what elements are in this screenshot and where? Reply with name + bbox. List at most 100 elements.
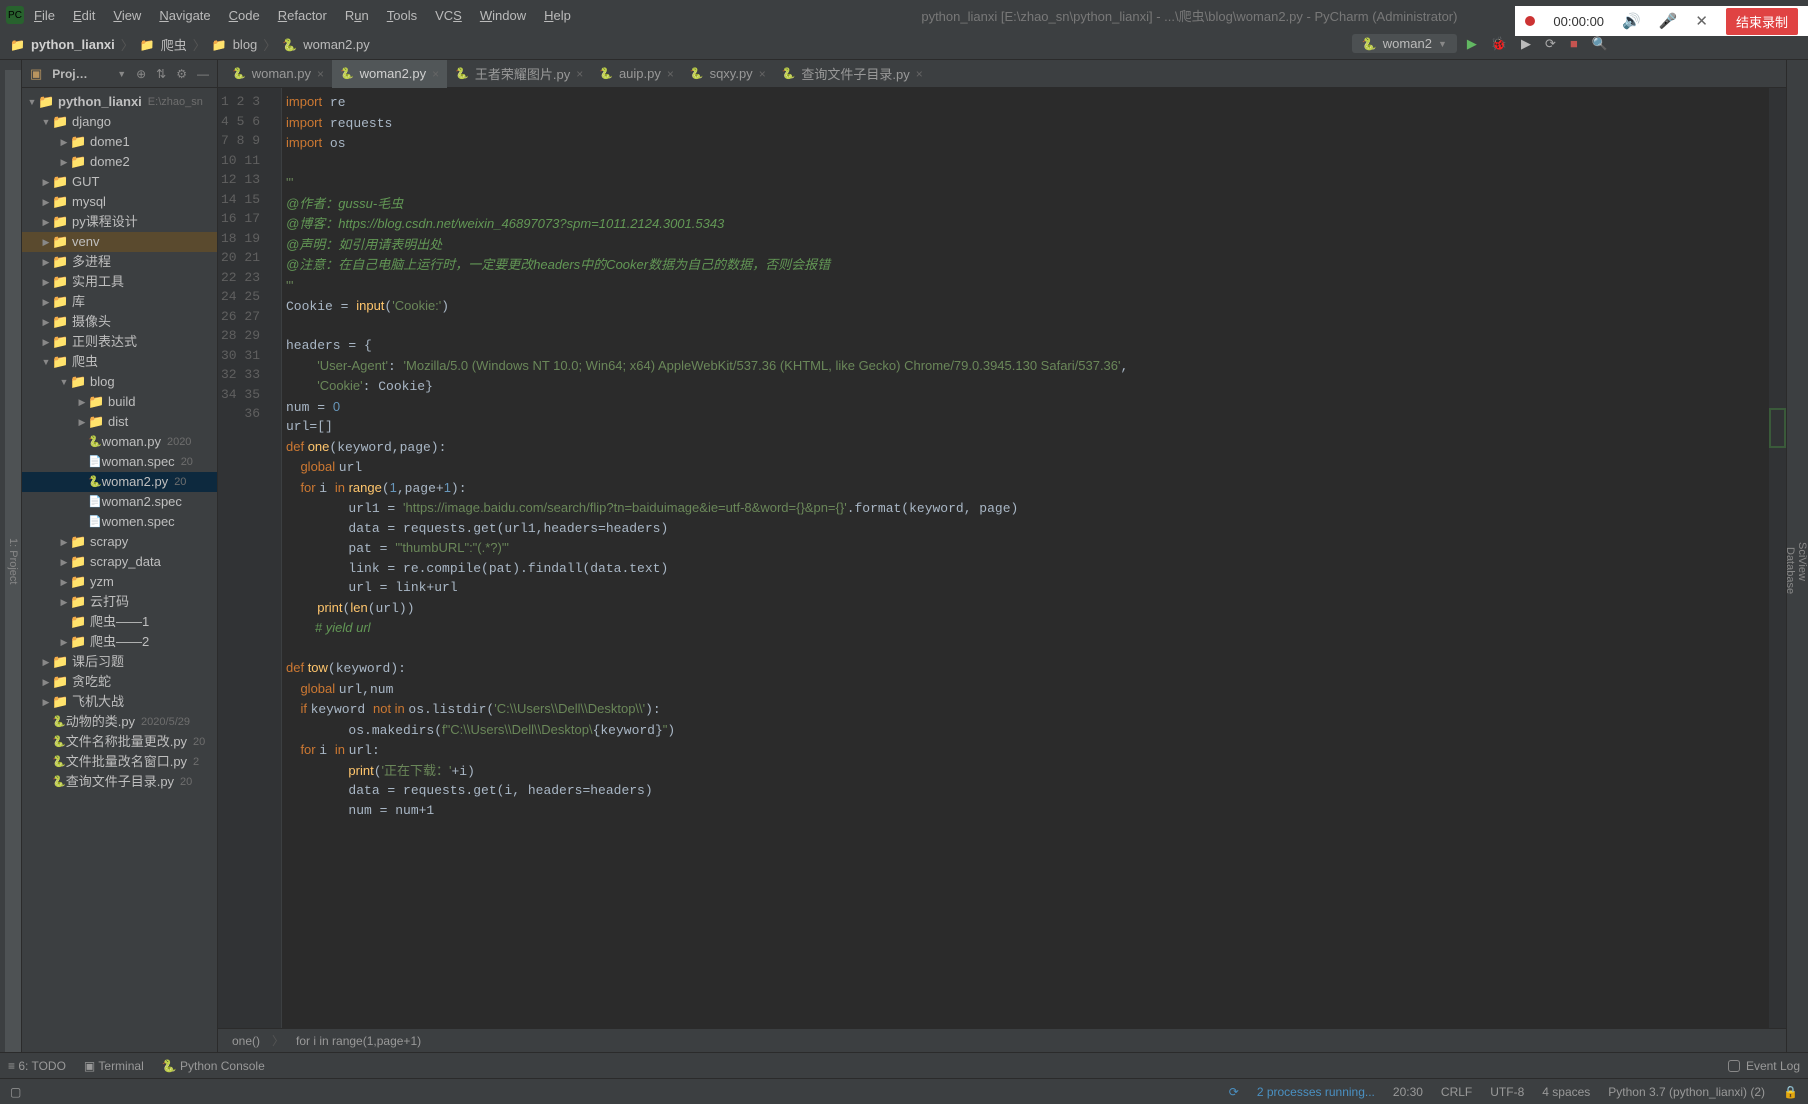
- status-eol[interactable]: CRLF: [1441, 1085, 1472, 1099]
- hide-icon[interactable]: —: [197, 67, 209, 81]
- tree-item[interactable]: ▶📁库: [22, 292, 217, 312]
- stop-button[interactable]: ■: [1570, 36, 1578, 51]
- menu-edit[interactable]: Edit: [73, 8, 95, 23]
- search-button[interactable]: 🔍: [1592, 36, 1608, 52]
- tree-file[interactable]: 📄 women.spec: [22, 512, 217, 532]
- menu-file[interactable]: File: [34, 8, 55, 23]
- menu-refactor[interactable]: Refactor: [278, 8, 327, 23]
- tree-file-selected[interactable]: 🐍 woman2.py20: [22, 472, 217, 492]
- error-marker[interactable]: [1769, 408, 1786, 448]
- close-icon[interactable]: ×: [432, 67, 439, 81]
- run-config-selector[interactable]: 🐍 woman2 ▼: [1352, 34, 1457, 53]
- tree-item[interactable]: ▶📁py课程设计: [22, 212, 217, 232]
- tab-woman2[interactable]: 🐍woman2.py×: [332, 60, 447, 88]
- attach-button[interactable]: ⟳: [1545, 36, 1556, 52]
- menu-vcs[interactable]: VCS: [435, 8, 462, 23]
- menu-code[interactable]: Code: [229, 8, 260, 23]
- code-editor[interactable]: 1 2 3 4 5 6 7 8 9 10 11 12 13 14 15 16 1…: [218, 88, 1786, 1028]
- tree-item[interactable]: ▶📁云打码: [22, 592, 217, 612]
- tree-item[interactable]: ▶📁yzm: [22, 572, 217, 592]
- tree-item[interactable]: ▶📁dist: [22, 412, 217, 432]
- chevron-down-icon[interactable]: ▼: [117, 69, 126, 79]
- menu-view[interactable]: View: [113, 8, 141, 23]
- tab-sqxy[interactable]: 🐍sqxy.py×: [682, 60, 774, 88]
- status-encoding[interactable]: UTF-8: [1490, 1085, 1524, 1099]
- tree-item[interactable]: ▶📁实用工具: [22, 272, 217, 292]
- tree-item[interactable]: 📁爬虫——1: [22, 612, 217, 632]
- todo-tab[interactable]: ≡ 6: TODO: [8, 1059, 66, 1073]
- breadcrumb-for[interactable]: for i in range(1,page+1): [296, 1034, 421, 1048]
- tab-woman[interactable]: 🐍woman.py×: [224, 60, 332, 88]
- audio-icon[interactable]: 🔊: [1622, 12, 1641, 30]
- tree-item[interactable]: ▼📁django: [22, 112, 217, 132]
- breadcrumb-d2[interactable]: blog: [233, 37, 258, 52]
- close-icon[interactable]: ✕: [1695, 12, 1708, 30]
- expand-icon[interactable]: ⇅: [156, 67, 166, 81]
- status-icon[interactable]: ▢: [10, 1085, 21, 1099]
- fold-column[interactable]: [268, 88, 282, 1028]
- project-tree[interactable]: ▼📁python_lianxiE:\zhao_sn ▼📁django ▶📁dom…: [22, 88, 217, 796]
- tree-item[interactable]: ▶📁多进程: [22, 252, 217, 272]
- debug-button[interactable]: 🐞: [1491, 36, 1507, 52]
- tree-item[interactable]: ▶📁课后习题: [22, 652, 217, 672]
- tree-file[interactable]: 🐍 woman.py2020: [22, 432, 217, 452]
- status-indent[interactable]: 4 spaces: [1542, 1085, 1590, 1099]
- tree-item[interactable]: ▶📁GUT: [22, 172, 217, 192]
- tree-item[interactable]: ▶📁dome1: [22, 132, 217, 152]
- tree-item[interactable]: ▶📁摄像头: [22, 312, 217, 332]
- run-coverage-button[interactable]: ▶: [1521, 36, 1531, 52]
- tree-item[interactable]: ▶📁mysql: [22, 192, 217, 212]
- python-console-tab[interactable]: 🐍 Python Console: [162, 1059, 265, 1073]
- stop-record-button[interactable]: 结束录制: [1726, 8, 1798, 35]
- tab-wzry[interactable]: 🐍王者荣耀图片.py×: [447, 60, 591, 88]
- tree-file[interactable]: 🐍 文件批量改名窗口.py2: [22, 752, 217, 772]
- breadcrumb-file[interactable]: woman2.py: [303, 37, 369, 52]
- close-icon[interactable]: ×: [317, 67, 324, 81]
- tab-cxwj[interactable]: 🐍查询文件子目录.py×: [774, 60, 931, 88]
- menu-navigate[interactable]: Navigate: [159, 8, 210, 23]
- terminal-tab[interactable]: ▣ Terminal: [84, 1059, 144, 1073]
- tree-file[interactable]: 📄 woman.spec20: [22, 452, 217, 472]
- tool-project-tab[interactable]: 1: Project: [5, 70, 21, 1052]
- status-position[interactable]: 20:30: [1393, 1085, 1423, 1099]
- tree-item[interactable]: ▶📁dome2: [22, 152, 217, 172]
- breadcrumb-func[interactable]: one(): [232, 1034, 260, 1048]
- tree-item-venv[interactable]: ▶📁venv: [22, 232, 217, 252]
- tree-item[interactable]: ▶📁正则表达式: [22, 332, 217, 352]
- editor-error-stripe[interactable]: [1768, 88, 1786, 1028]
- mic-off-icon[interactable]: 🎤: [1659, 12, 1678, 30]
- project-panel-title[interactable]: Proj…: [52, 67, 107, 81]
- tree-item[interactable]: ▶📁scrapy: [22, 532, 217, 552]
- status-lock-icon[interactable]: 🔒: [1783, 1085, 1798, 1099]
- menu-tools[interactable]: Tools: [387, 8, 417, 23]
- processes-running[interactable]: 2 processes running...: [1257, 1085, 1375, 1099]
- event-log-button[interactable]: Event Log: [1728, 1059, 1800, 1073]
- menu-help[interactable]: Help: [544, 8, 571, 23]
- tree-item[interactable]: ▶📁贪吃蛇: [22, 672, 217, 692]
- code-content[interactable]: import re import requests import os ''' …: [282, 88, 1768, 1028]
- tree-file[interactable]: 🐍 动物的类.py2020/5/29: [22, 712, 217, 732]
- status-interpreter[interactable]: Python 3.7 (python_lianxi) (2): [1608, 1085, 1765, 1099]
- tree-item[interactable]: ▼📁blog: [22, 372, 217, 392]
- tree-file[interactable]: 🐍 查询文件子目录.py20: [22, 772, 217, 792]
- close-icon[interactable]: ×: [667, 67, 674, 81]
- tree-item[interactable]: ▼📁爬虫: [22, 352, 217, 372]
- tool-sciview-tab[interactable]: SciView: [1796, 542, 1808, 581]
- tree-item[interactable]: ▶📁爬虫——2: [22, 632, 217, 652]
- breadcrumb-root[interactable]: python_lianxi: [31, 37, 115, 52]
- menu-run[interactable]: Run: [345, 8, 369, 23]
- close-icon[interactable]: ×: [759, 67, 766, 81]
- menu-window[interactable]: Window: [480, 8, 526, 23]
- settings-icon[interactable]: ⚙: [176, 67, 187, 81]
- close-icon[interactable]: ×: [916, 67, 923, 81]
- tree-file[interactable]: 🐍 文件名称批量更改.py20: [22, 732, 217, 752]
- close-icon[interactable]: ×: [576, 67, 583, 81]
- tree-item[interactable]: ▶📁build: [22, 392, 217, 412]
- target-icon[interactable]: ⊕: [136, 67, 146, 81]
- tree-item[interactable]: ▶📁scrapy_data: [22, 552, 217, 572]
- tree-file[interactable]: 📄 woman2.spec: [22, 492, 217, 512]
- tree-item[interactable]: ▶📁飞机大战: [22, 692, 217, 712]
- tab-auip[interactable]: 🐍auip.py×: [591, 60, 682, 88]
- tree-root[interactable]: ▼📁python_lianxiE:\zhao_sn: [22, 92, 217, 112]
- breadcrumb-d1[interactable]: 爬虫: [161, 35, 187, 54]
